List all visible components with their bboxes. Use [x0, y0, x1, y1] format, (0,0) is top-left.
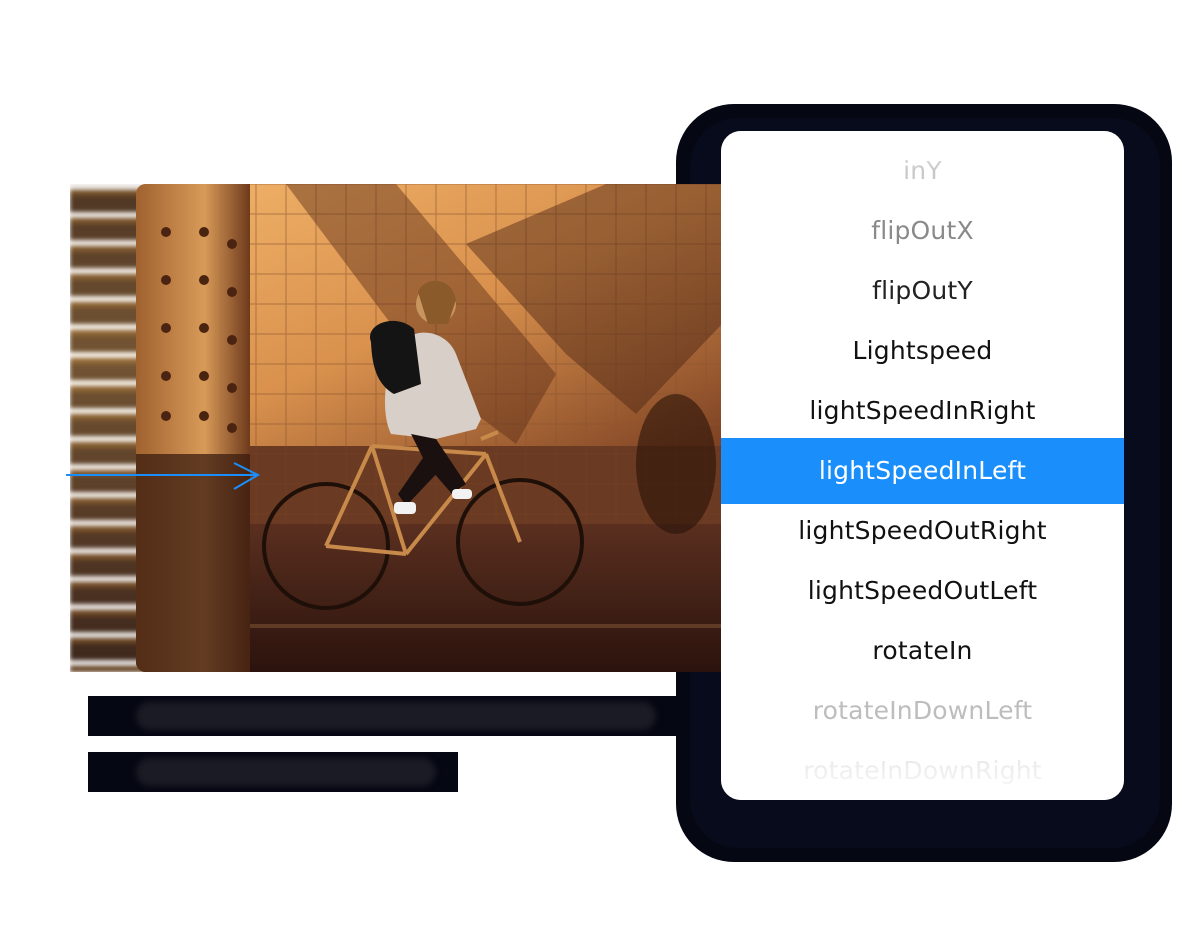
animation-option-rotateindownright[interactable]: rotateInDownRight: [721, 741, 1124, 800]
animation-list: inY flipOutX flipOutY Lightspeed lightSp…: [721, 141, 1124, 800]
animation-option-flipouty[interactable]: flipOutY: [721, 261, 1124, 321]
animation-option-lightspeedinleft-selected[interactable]: lightSpeedInLeft: [721, 438, 1124, 504]
animation-option-rotatein[interactable]: rotateIn: [721, 621, 1124, 681]
animation-option-rotateindownleft[interactable]: rotateInDownLeft: [721, 681, 1124, 741]
animation-picker-panel: inY flipOutX flipOutY Lightspeed lightSp…: [721, 131, 1124, 800]
animation-option-flipoutx[interactable]: flipOutX: [721, 201, 1124, 261]
animation-preview-scene: inY flipOutX flipOutY Lightspeed lightSp…: [0, 0, 1200, 950]
animation-option-lightspeedinright[interactable]: lightSpeedInRight: [721, 381, 1124, 441]
animation-option-lightspeedoutright[interactable]: lightSpeedOutRight: [721, 501, 1124, 561]
caption-placeholder-line-2: [88, 752, 458, 792]
caption-placeholder-line-1: [88, 696, 678, 736]
preview-image-card: [70, 184, 722, 672]
animation-option-lightspeedoutleft[interactable]: lightSpeedOutLeft: [721, 561, 1124, 621]
motion-arrow-icon: [66, 462, 261, 490]
animation-option-iny[interactable]: inY: [721, 141, 1124, 201]
cyclist-photo: [136, 184, 722, 672]
animation-option-lightspeed[interactable]: Lightspeed: [721, 321, 1124, 381]
